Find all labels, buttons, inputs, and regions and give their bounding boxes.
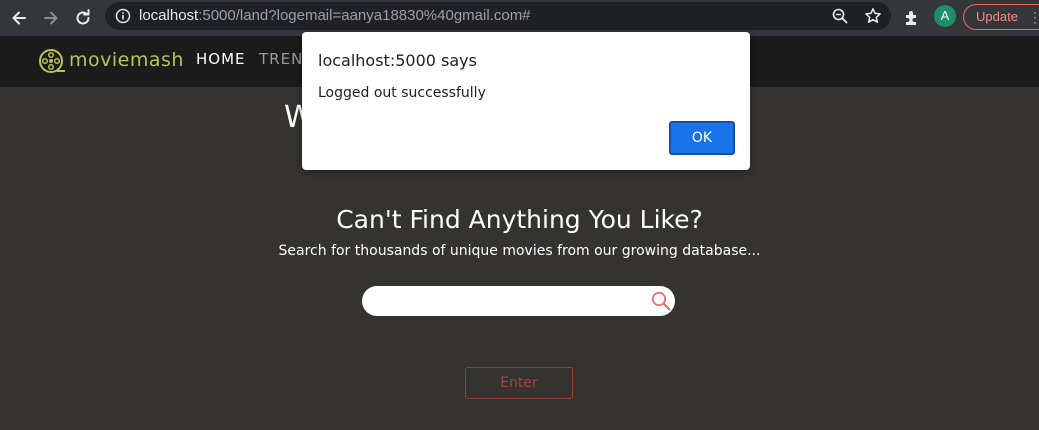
dialog-message: Logged out successfully [318,85,486,101]
ok-button[interactable]: OK [669,121,735,155]
info-icon[interactable] [115,8,131,24]
update-label: Update [976,9,1018,24]
alert-dialog: localhost:5000 says Logged out successfu… [302,32,750,170]
search-headline: Can't Find Anything You Like? [336,205,703,234]
film-reel-icon [39,49,65,73]
movie-search-input[interactable] [362,286,675,316]
search-icon[interactable] [650,290,672,312]
update-button[interactable]: Update ⋮ [963,4,1039,30]
forward-icon[interactable] [37,4,65,32]
reload-icon[interactable] [69,4,97,32]
profile-avatar[interactable]: A [934,5,956,27]
more-menu-icon[interactable]: ⋮ [1028,5,1039,29]
address-bar[interactable]: localhost:5000/land?logemail=aanya18830%… [105,2,891,30]
nav-home[interactable]: HOME [196,50,246,68]
bookmark-star-icon[interactable] [864,7,882,25]
enter-button[interactable]: Enter [465,367,573,399]
nav-trending[interactable]: TREN [259,50,303,68]
url-text[interactable]: localhost:5000/land?logemail=aanya18830%… [139,2,531,30]
logo-text: moviemash [69,49,184,71]
moviemash-logo[interactable]: moviemash [38,46,183,78]
back-icon[interactable] [5,4,33,32]
search-subline: Search for thousands of unique movies fr… [278,243,761,259]
extensions-icon[interactable] [898,4,926,32]
dialog-title: localhost:5000 says [318,51,477,70]
browser-toolbar: localhost:5000/land?logemail=aanya18830%… [0,0,1039,36]
zoom-icon[interactable] [832,8,848,24]
